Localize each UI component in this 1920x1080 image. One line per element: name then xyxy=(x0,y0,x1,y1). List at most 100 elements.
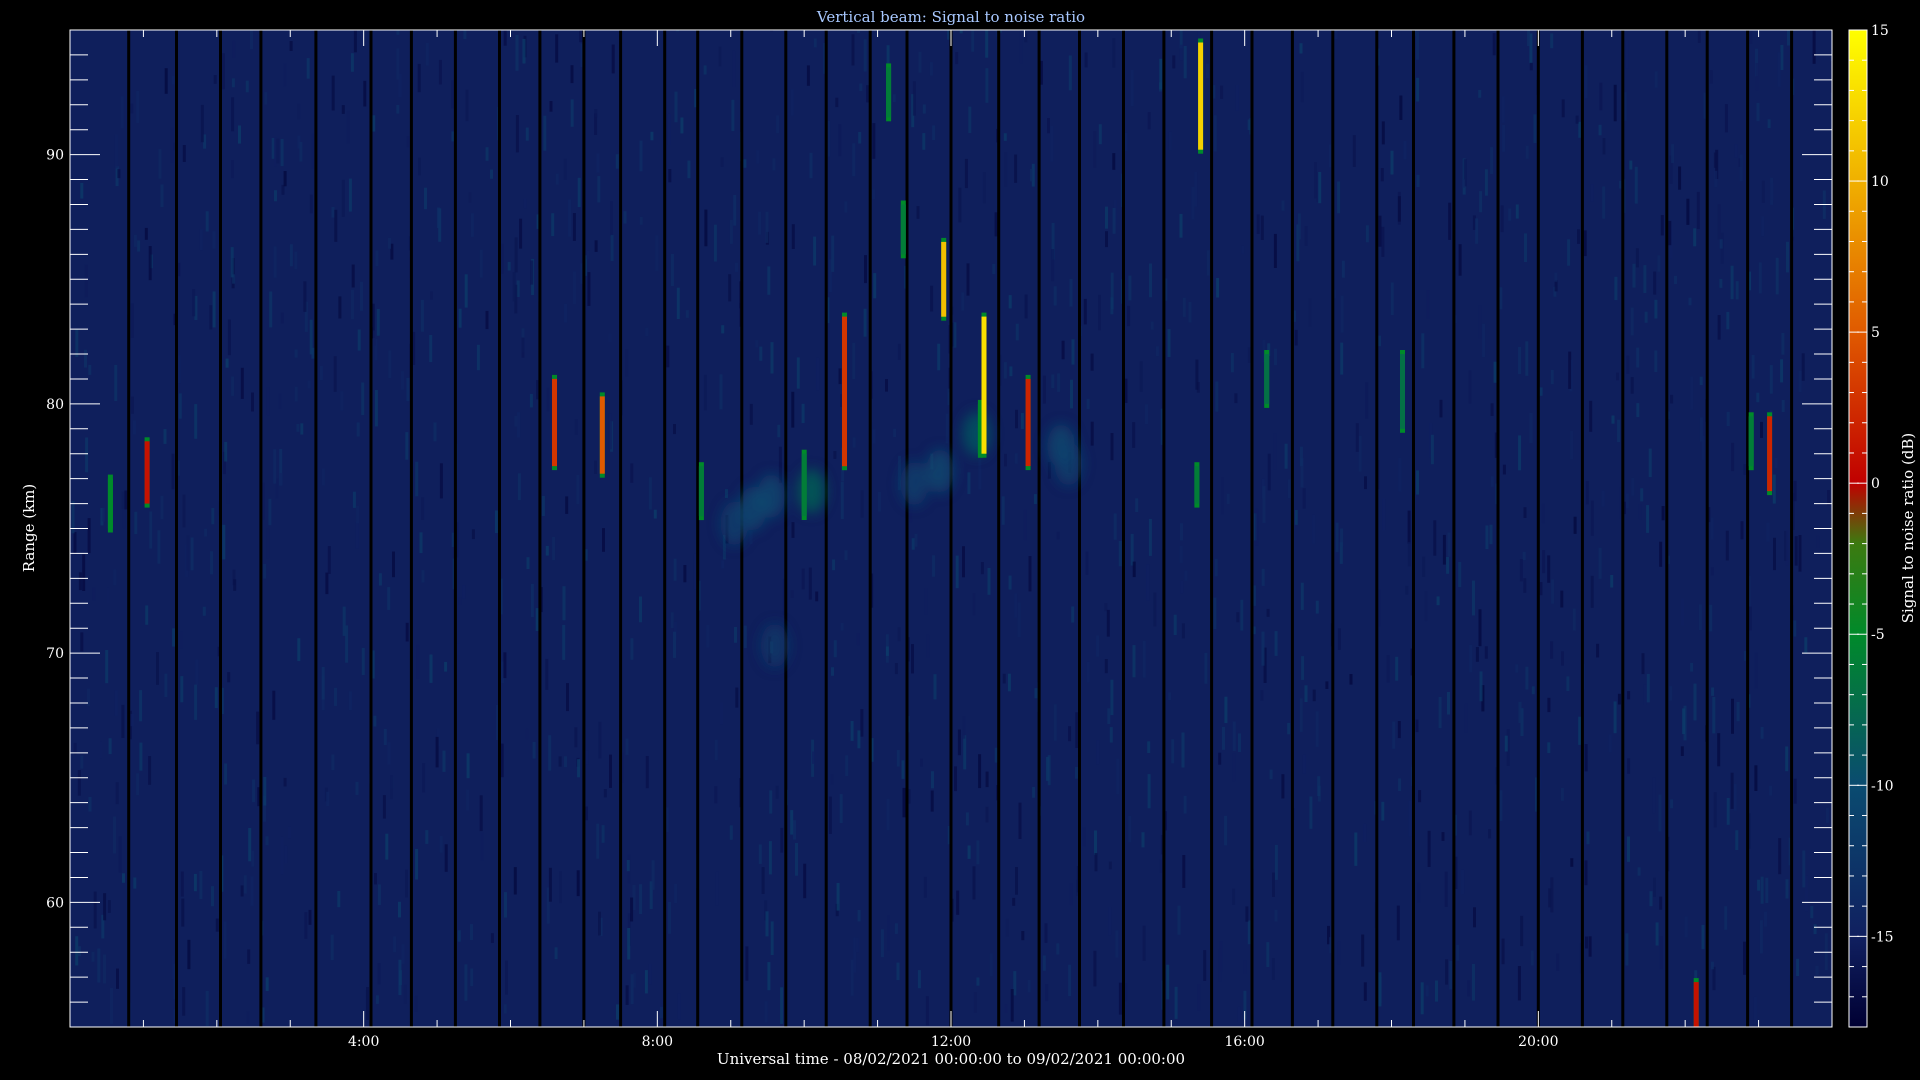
noise-speck xyxy=(586,250,590,260)
echo-segment xyxy=(698,466,704,517)
noise-speck xyxy=(145,605,149,625)
noise-speck xyxy=(1626,355,1630,374)
noise-speck xyxy=(417,63,421,93)
noise-speck xyxy=(1699,376,1703,386)
echo-segment xyxy=(144,441,150,504)
noise-speck xyxy=(1181,623,1185,639)
noise-speck xyxy=(382,795,386,819)
noise-speck xyxy=(1627,758,1631,774)
noise-speck xyxy=(1785,530,1789,566)
data-gap xyxy=(127,30,131,1027)
noise-speck xyxy=(568,199,572,237)
noise-speck xyxy=(383,728,387,745)
noise-speck xyxy=(1468,810,1472,836)
noise-speck xyxy=(1354,832,1358,866)
noise-speck xyxy=(1194,172,1198,207)
noise-speck xyxy=(563,158,567,180)
noise-speck xyxy=(1015,409,1018,429)
noise-speck xyxy=(680,117,684,134)
noise-speck xyxy=(1002,673,1006,684)
noise-speck xyxy=(735,687,739,708)
noise-speck xyxy=(227,672,231,683)
noise-speck xyxy=(1490,476,1494,487)
noise-speck xyxy=(1168,692,1172,701)
noise-speck xyxy=(1141,832,1145,848)
noise-speck xyxy=(363,80,367,107)
noise-speck xyxy=(1180,580,1184,594)
noise-speck xyxy=(319,366,323,381)
echo-segment xyxy=(941,241,947,317)
noise-speck xyxy=(1646,673,1650,703)
noise-speck xyxy=(494,510,498,534)
noise-speck xyxy=(525,127,529,141)
noise-speck xyxy=(1585,936,1588,949)
noise-speck xyxy=(1260,215,1264,240)
noise-speck xyxy=(308,909,312,925)
noise-speck xyxy=(1294,329,1298,346)
noise-speck xyxy=(194,404,198,439)
noise-speck xyxy=(1632,263,1636,288)
noise-speck xyxy=(1611,415,1615,424)
noise-speck xyxy=(390,775,393,800)
noise-speck xyxy=(1128,815,1132,843)
noise-speck xyxy=(1554,272,1558,282)
noise-speck xyxy=(576,870,580,897)
noise-speck xyxy=(1583,230,1587,257)
noise-speck xyxy=(872,189,876,199)
data-gap xyxy=(619,30,623,1027)
noise-speck xyxy=(1415,719,1419,733)
noise-speck xyxy=(374,873,377,885)
noise-speck xyxy=(375,250,379,267)
noise-speck xyxy=(909,505,913,523)
noise-speck xyxy=(541,495,545,516)
noise-speck xyxy=(1287,722,1291,735)
noise-speck xyxy=(1802,850,1806,888)
noise-speck xyxy=(1315,711,1319,747)
noise-speck xyxy=(1766,522,1770,542)
noise-speck xyxy=(190,537,194,571)
noise-speck xyxy=(1798,370,1802,393)
noise-speck xyxy=(1760,421,1763,438)
noise-speck xyxy=(955,555,959,589)
noise-speck xyxy=(558,756,562,767)
noise-speck xyxy=(1785,879,1789,899)
noise-speck xyxy=(1774,457,1778,468)
noise-speck xyxy=(457,930,461,942)
noise-speck xyxy=(1426,290,1430,319)
noise-speck xyxy=(205,211,209,232)
noise-speck xyxy=(243,875,247,894)
noise-speck xyxy=(1108,861,1112,870)
noise-speck xyxy=(704,209,708,247)
noise-speck xyxy=(1539,582,1543,596)
noise-speck xyxy=(1758,262,1762,294)
noise-speck xyxy=(251,392,254,412)
noise-speck xyxy=(850,721,854,741)
noise-speck xyxy=(1424,591,1428,622)
noise-speck xyxy=(994,212,998,237)
noise-speck xyxy=(1237,1006,1241,1023)
noise-speck xyxy=(945,413,949,444)
noise-speck xyxy=(1441,832,1445,841)
noise-speck xyxy=(1812,30,1816,64)
noise-speck xyxy=(1445,959,1449,985)
noise-speck xyxy=(1130,533,1134,566)
noise-speck xyxy=(1670,799,1674,809)
noise-speck xyxy=(719,374,723,410)
noise-speck xyxy=(113,569,117,586)
noise-speck xyxy=(976,977,980,986)
noise-speck xyxy=(513,867,517,895)
noise-speck xyxy=(790,590,794,598)
noise-speck xyxy=(517,412,521,438)
noise-speck xyxy=(872,123,876,159)
noise-speck xyxy=(559,871,562,904)
noise-speck xyxy=(570,99,574,127)
noise-speck xyxy=(1525,341,1529,376)
noise-speck xyxy=(1042,375,1046,404)
noise-speck xyxy=(269,291,273,328)
noise-speck xyxy=(121,704,125,738)
noise-speck xyxy=(1743,941,1746,975)
noise-speck xyxy=(333,356,337,392)
noise-speck xyxy=(922,104,926,114)
noise-speck xyxy=(1395,656,1399,681)
noise-speck xyxy=(801,568,805,590)
